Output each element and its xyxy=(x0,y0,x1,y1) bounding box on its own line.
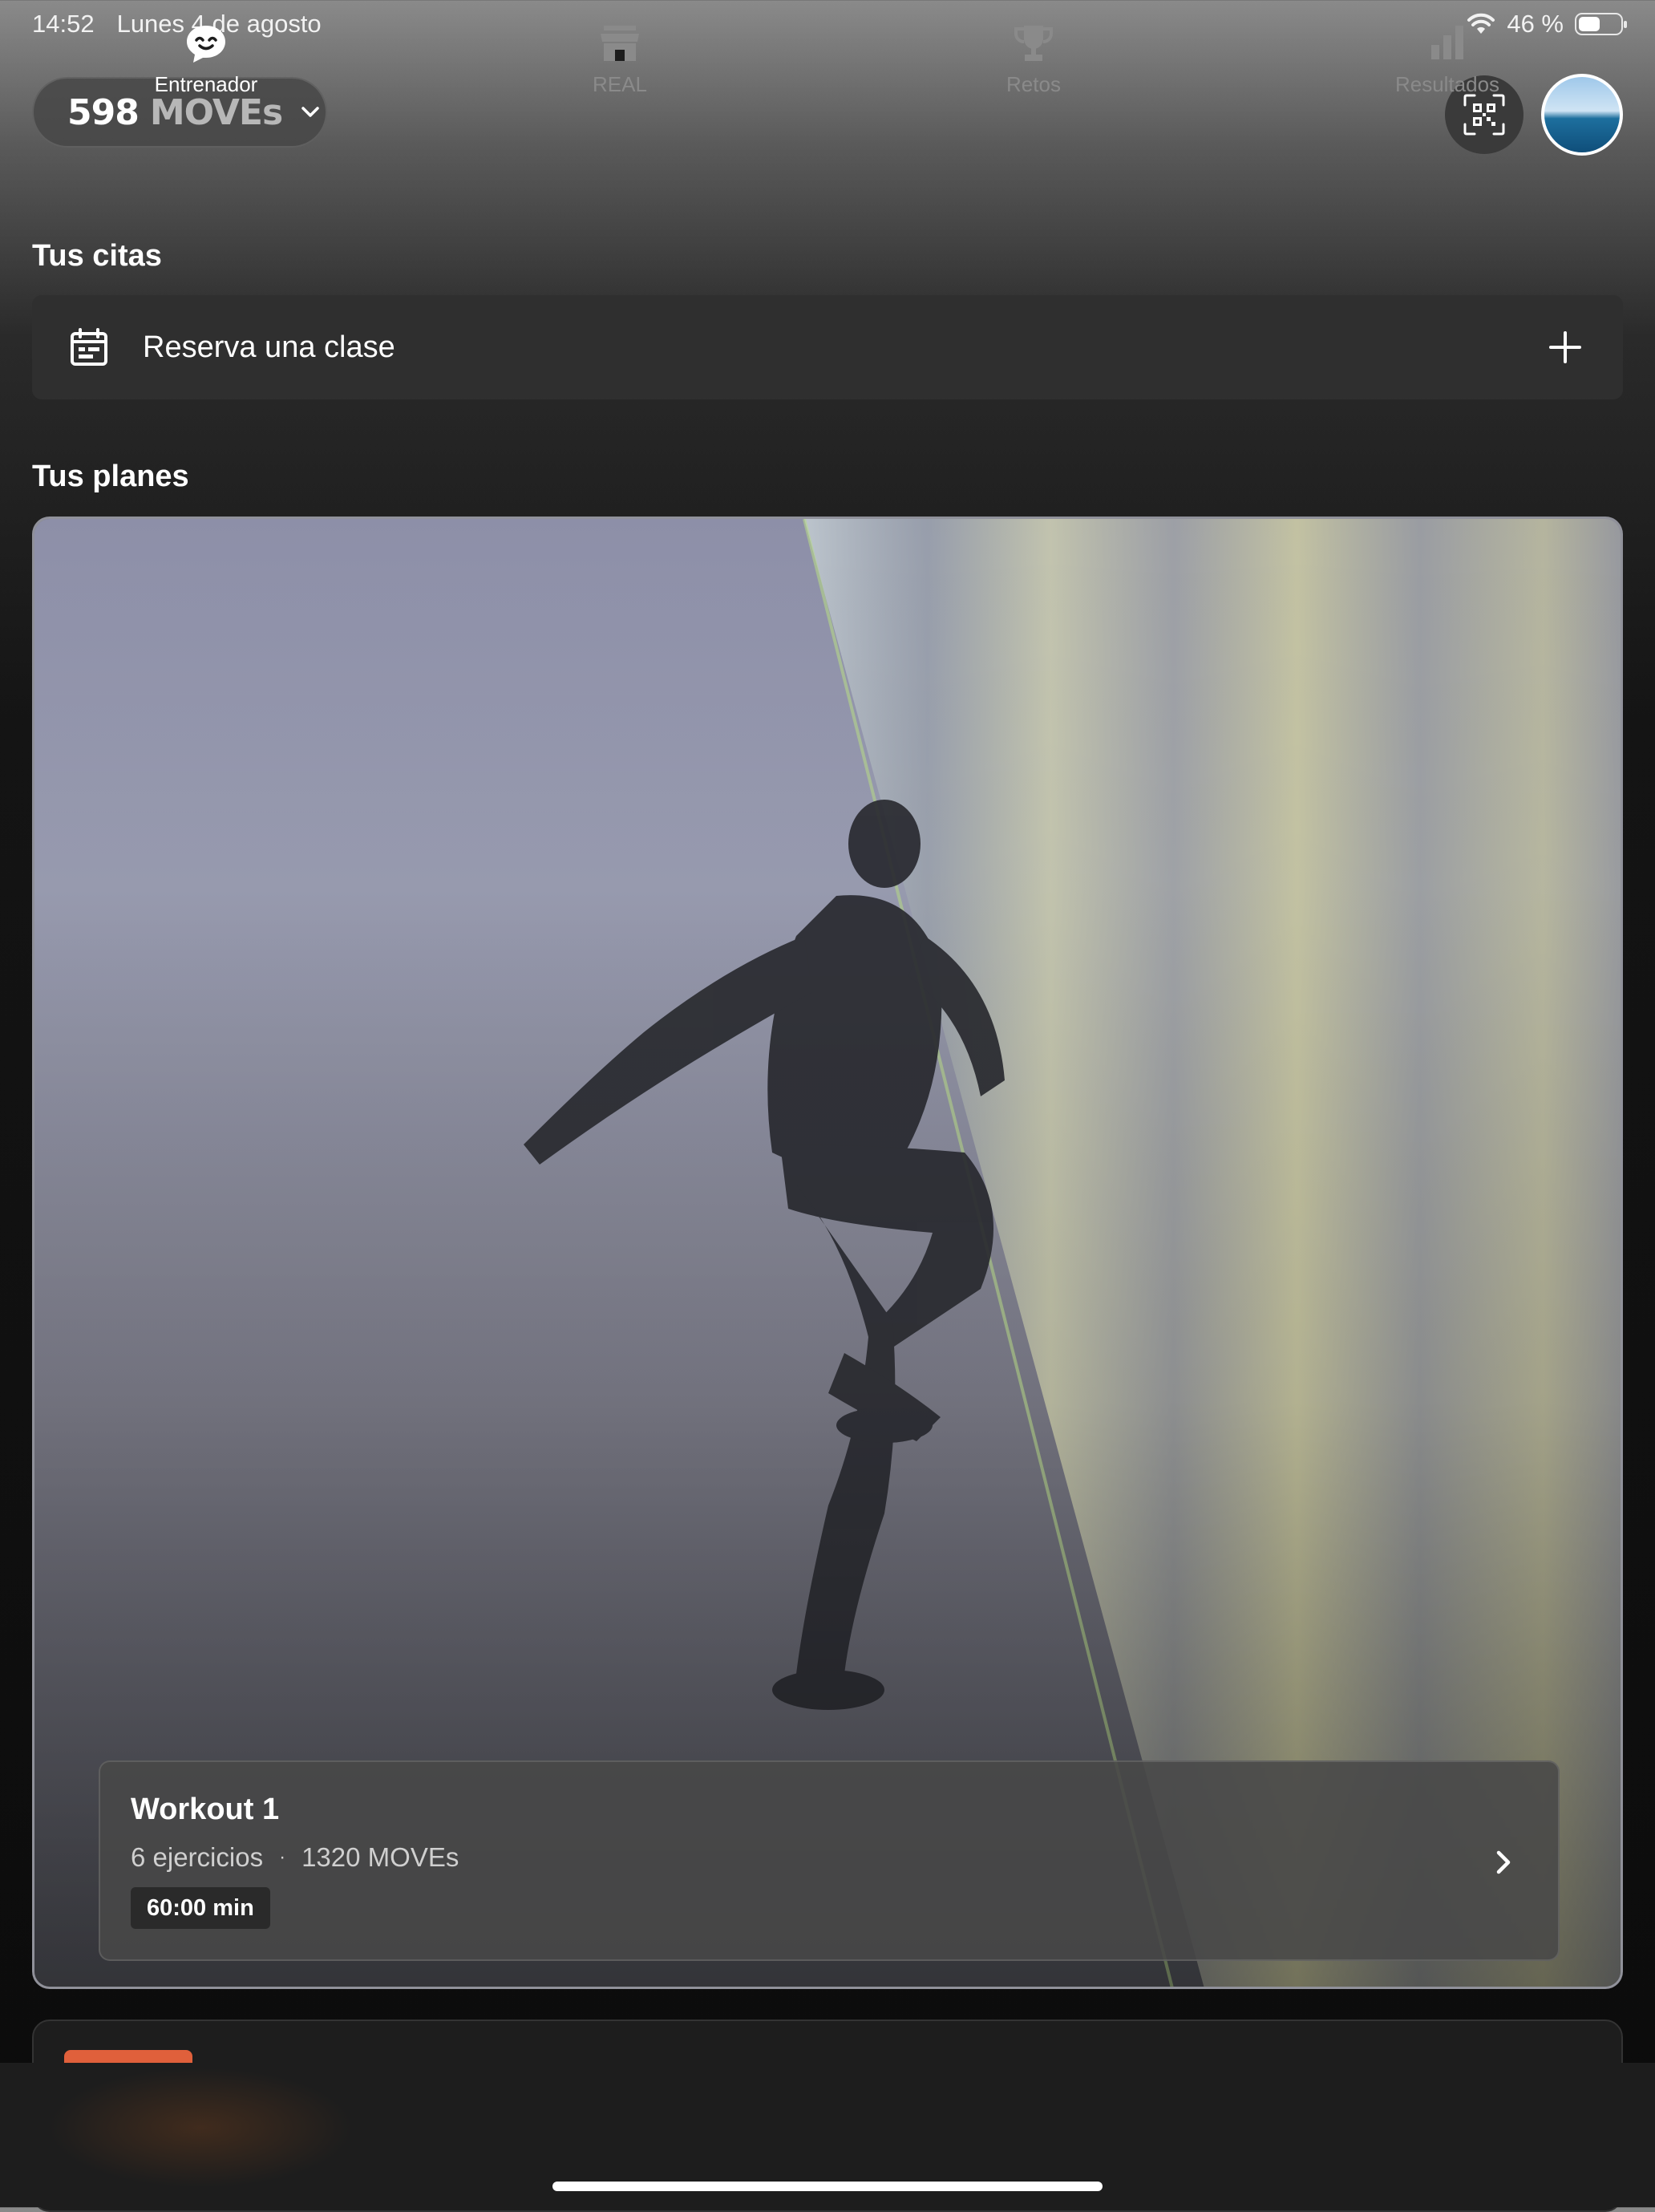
workout-duration-badge: 60:00 min xyxy=(131,1887,270,1929)
store-icon xyxy=(601,26,639,61)
moves-count: 598 xyxy=(67,91,140,133)
qr-code-icon xyxy=(1463,94,1505,136)
workout-moves: 1320 MOVEs xyxy=(301,1842,459,1872)
tab-retos[interactable]: Retos xyxy=(913,21,1154,97)
chevron-down-icon xyxy=(301,107,319,117)
plans-heading: Tus planes xyxy=(32,460,189,493)
tab-label: Resultados xyxy=(1394,72,1500,96)
battery-icon xyxy=(1575,13,1627,35)
tab-label: REAL xyxy=(593,72,647,96)
tab-resultados[interactable]: Resultados xyxy=(1327,21,1568,97)
reserve-class-label: Reserva una clase xyxy=(143,330,395,364)
workout-plan-card[interactable]: Workout 1 6 ejercicios · 1320 MOVEs 60:0… xyxy=(32,517,1623,1989)
meta-separator: · xyxy=(279,1846,286,1868)
tab-entrenador[interactable]: Entrenador xyxy=(86,21,326,97)
appointments-heading: Tus citas xyxy=(32,239,162,273)
active-tab-glow xyxy=(48,2068,353,2188)
tab-label: Entrenador xyxy=(154,72,258,96)
workout-meta: 6 ejercicios · 1320 MOVEs xyxy=(131,1842,459,1873)
tab-label: Retos xyxy=(1006,72,1061,96)
workout-exercises: 6 ejercicios xyxy=(131,1842,264,1872)
plus-icon xyxy=(1549,331,1581,363)
status-time: 14:52 xyxy=(32,10,95,38)
calendar-icon xyxy=(71,328,107,366)
workout-info-panel[interactable]: Workout 1 6 ejercicios · 1320 MOVEs 60:0… xyxy=(99,1760,1560,1961)
home-indicator[interactable] xyxy=(552,2182,1103,2191)
reserve-class-button[interactable]: Reserva una clase xyxy=(32,295,1623,399)
bar-chart-icon xyxy=(1431,26,1463,59)
workout-title: Workout 1 xyxy=(131,1793,280,1826)
trophy-icon xyxy=(1014,26,1053,61)
moves-unit: MOVEs xyxy=(149,91,283,133)
coach-chat-icon xyxy=(187,26,225,63)
chevron-right-icon[interactable] xyxy=(1489,1846,1518,1878)
tab-real[interactable]: REAL xyxy=(500,21,740,97)
